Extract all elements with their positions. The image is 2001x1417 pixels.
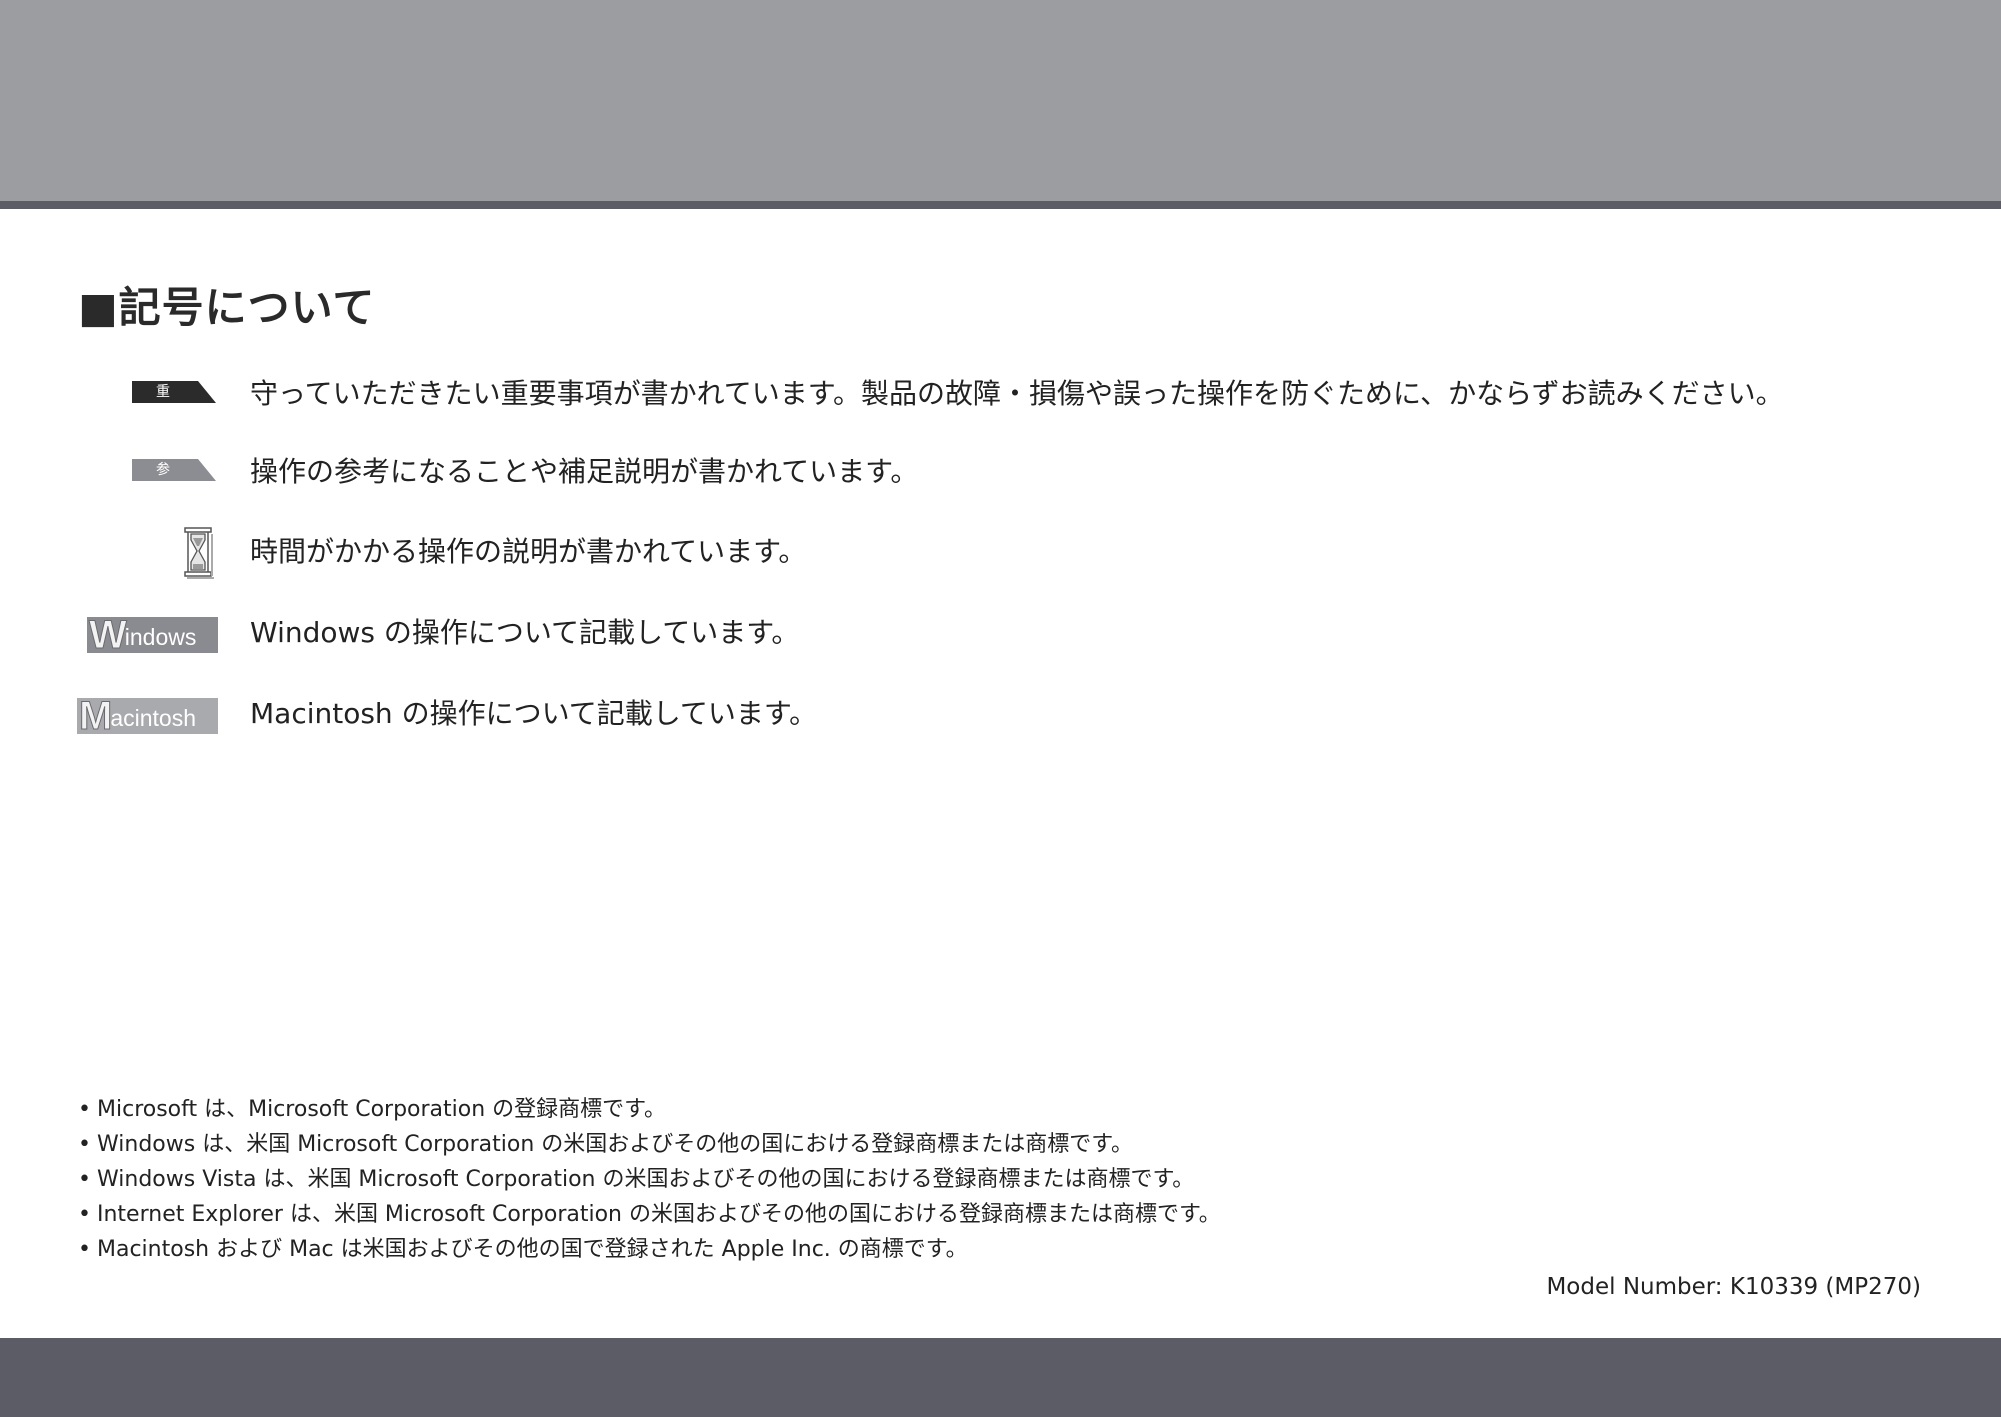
tag-tail-icon (194, 459, 216, 481)
hourglass-icon (76, 522, 220, 582)
legend-row-time: 時間がかかる操作の説明が書かれています。 (0, 522, 2001, 582)
list-item: • Macintosh および Mac は米国およびその他の国で登録された App… (78, 1232, 1221, 1267)
bullet: • (78, 1202, 91, 1227)
header-band (0, 0, 2001, 201)
list-item: • Windows Vista は、米国 Microsoft Corporatio… (78, 1162, 1221, 1197)
legend-row-important: 重 要 守っていただきたい重要事項が書かれています。製品の故障・損傷や誤った操作… (0, 364, 2001, 424)
macintosh-logo-text: acintosh (110, 705, 196, 731)
macintosh-logo-initial: M (78, 698, 112, 734)
section-title: ■記号について (78, 283, 376, 332)
header-divider (0, 201, 2001, 209)
bullet: • (78, 1237, 91, 1262)
windows-logo-initial: W (89, 617, 128, 653)
bullet: • (78, 1097, 91, 1122)
list-item: • Microsoft は、Microsoft Corporation の登録商標… (78, 1092, 1221, 1127)
windows-logo-icon: Windows (87, 617, 218, 653)
windows-logo-text: indows (124, 624, 197, 650)
legend-row-reference: 参 考 操作の参考になることや補足説明が書かれています。 (0, 442, 2001, 502)
important-tag-icon: 重 要 (76, 364, 220, 424)
trademark-note: Windows は、米国 Microsoft Corporation の米国およ… (97, 1132, 1134, 1157)
trademark-note: Macintosh および Mac は米国およびその他の国で登録された Appl… (97, 1237, 968, 1262)
important-tag-label: 重 要 (132, 381, 194, 422)
legend-row-windows: Windows Windows の操作について記載しています。 (0, 603, 2001, 663)
model-number: Model Number: K10339 (MP270) (1546, 1274, 1921, 1300)
legend-description: Macintosh の操作について記載しています。 (250, 697, 818, 730)
legend-description: Windows の操作について記載しています。 (250, 616, 800, 649)
list-item: • Windows は、米国 Microsoft Corporation の米国お… (78, 1127, 1221, 1162)
reference-tag-label: 参 考 (132, 459, 194, 500)
bullet: • (78, 1132, 91, 1157)
tag-tail-icon (194, 381, 216, 403)
legend-description: 守っていただきたい重要事項が書かれています。製品の故障・損傷や誤った操作を防ぐた… (250, 377, 1784, 410)
list-item: • Internet Explorer は、米国 Microsoft Corpor… (78, 1197, 1221, 1232)
legend-description: 操作の参考になることや補足説明が書かれています。 (250, 455, 919, 488)
windows-logo-slot: Windows (76, 603, 220, 663)
bullet: • (78, 1167, 91, 1192)
legend-row-macintosh: Macintosh Macintosh の操作について記載しています。 (0, 684, 2001, 744)
footer-band (0, 1338, 2001, 1417)
reference-tag-icon: 参 考 (76, 442, 220, 502)
trademark-note: Windows Vista は、米国 Microsoft Corporation… (97, 1167, 1195, 1192)
legend-description: 時間がかかる操作の説明が書かれています。 (250, 535, 807, 568)
trademark-note: Internet Explorer は、米国 Microsoft Corpora… (97, 1202, 1221, 1227)
macintosh-logo-slot: Macintosh (76, 684, 220, 744)
trademark-notes: • Microsoft は、Microsoft Corporation の登録商標… (78, 1092, 1221, 1267)
macintosh-logo-icon: Macintosh (77, 698, 218, 734)
trademark-note: Microsoft は、Microsoft Corporation の登録商標で… (97, 1097, 666, 1122)
